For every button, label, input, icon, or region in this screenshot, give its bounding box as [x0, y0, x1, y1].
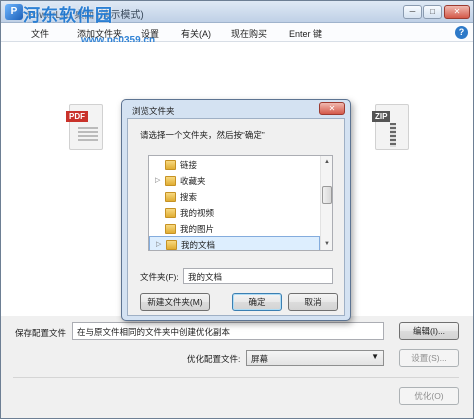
save-profile-field[interactable]: 在与原文件相同的文件夹中创建优化副本	[72, 322, 384, 340]
zip-badge: ZIP	[372, 111, 391, 122]
cancel-button[interactable]: 取消	[288, 293, 338, 311]
app-logo-icon: P	[5, 4, 23, 20]
folder-label: 文件夹(F):	[140, 272, 179, 282]
folder-field[interactable]: 我的文档	[183, 268, 333, 284]
tree-item-pictures[interactable]: 我的图片	[149, 221, 320, 237]
folder-icon	[165, 160, 176, 170]
chevron-down-icon: ▼	[371, 352, 379, 361]
tree-item-favorites[interactable]: ▷ 收藏夹	[149, 173, 320, 189]
menu-enter-key[interactable]: Enter 键	[289, 27, 322, 40]
save-profile-label: 保存配置文件	[15, 328, 67, 338]
folder-icon	[165, 224, 176, 234]
zip-archive-icon: ZIP	[372, 104, 409, 150]
tree-item-search[interactable]: 搜索	[149, 189, 320, 205]
new-folder-button[interactable]: 新建文件夹(M)	[140, 293, 210, 311]
dialog-title: 浏览文件夹	[132, 106, 175, 116]
menu-bar: 文件 添加文件夹 设置 有关(A) 现在购买 Enter 键 ?	[1, 23, 473, 42]
tree-scrollbar[interactable]: ▲ ▼	[320, 156, 332, 250]
folder-icon	[165, 208, 176, 218]
close-button[interactable]: ✕	[444, 5, 470, 19]
dialog-close-button[interactable]: ✕	[319, 102, 345, 115]
app-window: P PowerLite 桌面 (演示模式) 河东软件园 ─ □ ✕ 文件 添加文…	[0, 0, 474, 419]
star-folder-icon	[165, 176, 176, 186]
dialog-prompt: 请选择一个文件夹，然后按“确定”	[140, 130, 265, 140]
folder-tree[interactable]: 链接 ▷ 收藏夹 搜索 我的视频 我的图片 ▷ 我的文档 ▲ ▼	[148, 155, 333, 251]
menu-file[interactable]: 文件	[31, 27, 49, 40]
folder-icon	[166, 240, 177, 250]
tree-item-videos[interactable]: 我的视频	[149, 205, 320, 221]
ok-button[interactable]: 确定	[232, 293, 282, 311]
tree-item-links[interactable]: 链接	[149, 157, 320, 173]
help-icon[interactable]: ?	[455, 26, 468, 39]
optimize-button[interactable]: 优化(O)	[399, 387, 459, 405]
edit-button[interactable]: 编辑(I)...	[399, 322, 459, 340]
search-folder-icon	[165, 192, 176, 202]
optimize-profile-label: 优化配置文件:	[187, 354, 241, 364]
scroll-thumb[interactable]	[322, 186, 332, 204]
expand-arrow-icon[interactable]: ▷	[156, 237, 164, 250]
scroll-down-icon[interactable]: ▼	[322, 239, 332, 249]
pdf-document-icon: PDF	[66, 104, 103, 150]
scroll-up-icon[interactable]: ▲	[322, 157, 332, 167]
optimize-profile-value: 屏幕	[251, 354, 269, 364]
divider	[13, 377, 459, 378]
options-panel: 保存配置文件 在与原文件相同的文件夹中创建优化副本 编辑(I)... 优化配置文…	[1, 316, 473, 418]
settings-button[interactable]: 设置(S)...	[399, 349, 459, 367]
optimize-profile-select[interactable]: 屏幕 ▼	[246, 350, 384, 366]
browse-folder-dialog: 浏览文件夹 ✕ 请选择一个文件夹，然后按“确定” 链接 ▷ 收藏夹 搜索 我的视…	[121, 99, 351, 321]
menu-about[interactable]: 有关(A)	[181, 27, 211, 40]
maximize-button[interactable]: □	[423, 5, 442, 19]
minimize-button[interactable]: ─	[403, 5, 422, 19]
tree-item-documents[interactable]: ▷ 我的文档	[149, 236, 320, 250]
expand-arrow-icon[interactable]: ▷	[155, 173, 163, 189]
pdf-badge: PDF	[66, 111, 88, 122]
title-bar: P PowerLite 桌面 (演示模式) 河东软件园 ─ □ ✕	[1, 1, 473, 25]
menu-buy-now[interactable]: 现在购买	[231, 27, 267, 40]
dialog-body: 请选择一个文件夹，然后按“确定” 链接 ▷ 收藏夹 搜索 我的视频 我的图片 ▷…	[127, 118, 345, 316]
